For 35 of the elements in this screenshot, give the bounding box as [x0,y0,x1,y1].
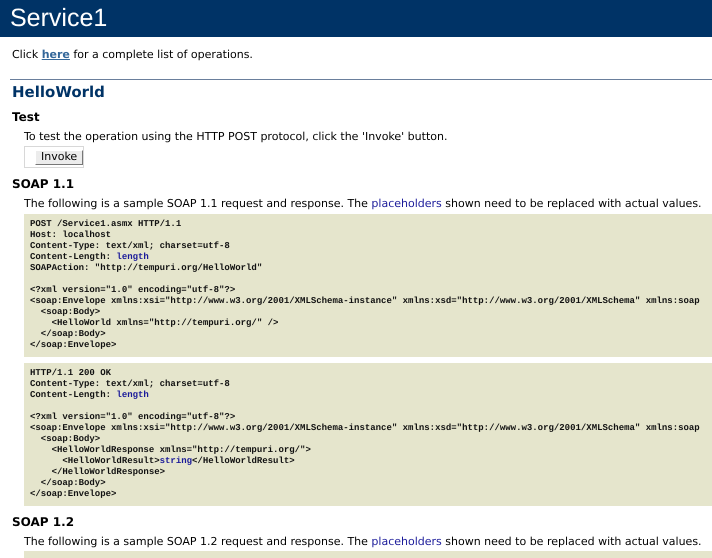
code-line: <soap:Envelope xmlns:xsi="http://www.w3.org/2001/XMLSchema-instance" xmlns:xsd="http://www.w3.org/2001/XMLSchema" xmlns:soap [30,423,701,434]
intro-text: Click here for a complete list of operations. [12,48,254,61]
code-line: </HelloWorldResponse> [50,467,166,478]
code-line: Content-Type: text/xml; charset=utf-8 [30,379,231,390]
section-description: The following is a sample SOAP 1.2 request and response. The placeholders shown need to be replaced with actual values. [24,535,703,548]
code-line: Content-Type: text/xml; charset=utf-8 [30,241,231,252]
code-line: HTTP/1.1 200 OK [30,368,112,379]
code-line: </soap:Body> [40,329,107,340]
section-heading: SOAP 1.2 [12,515,76,529]
operations-link[interactable]: here [42,48,70,61]
code-line: POST /Service1.asmx HTTP/1.1 [30,219,182,230]
code-line: <HelloWorldResult>string</HelloWorldResult> [61,456,296,467]
code-line: </soap:Envelope> [30,489,118,500]
section-heading: Test [12,110,41,124]
section-heading: SOAP 1.1 [12,177,76,191]
code-line: Content-Length: length [30,252,150,263]
code-line: </soap:Body> [40,478,107,489]
code-line: <?xml version="1.0" encoding="utf-8"?> [30,412,236,423]
placeholders-link[interactable]: placeholders [371,535,442,548]
code-line: </soap:Envelope> [30,340,118,351]
code-line: Host: localhost [30,230,112,241]
code-line: SOAPAction: "http://tempuri.org/HelloWorld" [30,263,264,274]
code-line: <soap:Body> [40,307,102,318]
code-line: <HelloWorld xmlns="http://tempuri.org/" /> [50,318,280,329]
test-description: To test the operation using the HTTP POST protocol, click the 'Invoke' button. [24,130,448,143]
page-title: Service1 [10,4,108,33]
code-line: <HelloWorldResponse xmlns="http://tempuri.org/"> [50,445,312,456]
operation-title: HelloWorld [12,83,106,101]
section-description: The following is a sample SOAP 1.1 request and response. The placeholders shown need to be replaced with actual values. [24,197,703,210]
code-line: <?xml version="1.0" encoding="utf-8"?> [30,285,236,296]
invoke-button[interactable]: Invoke [35,150,84,164]
code-line: Content-Length: length [30,390,150,401]
placeholders-link[interactable]: placeholders [371,197,442,210]
code-line: <soap:Body> [40,434,102,445]
code-line: <soap:Envelope xmlns:xsi="http://www.w3.org/2001/XMLSchema-instance" xmlns:xsd="http://www.w3.org/2001/XMLSchema" xmlns:soap [30,296,701,307]
